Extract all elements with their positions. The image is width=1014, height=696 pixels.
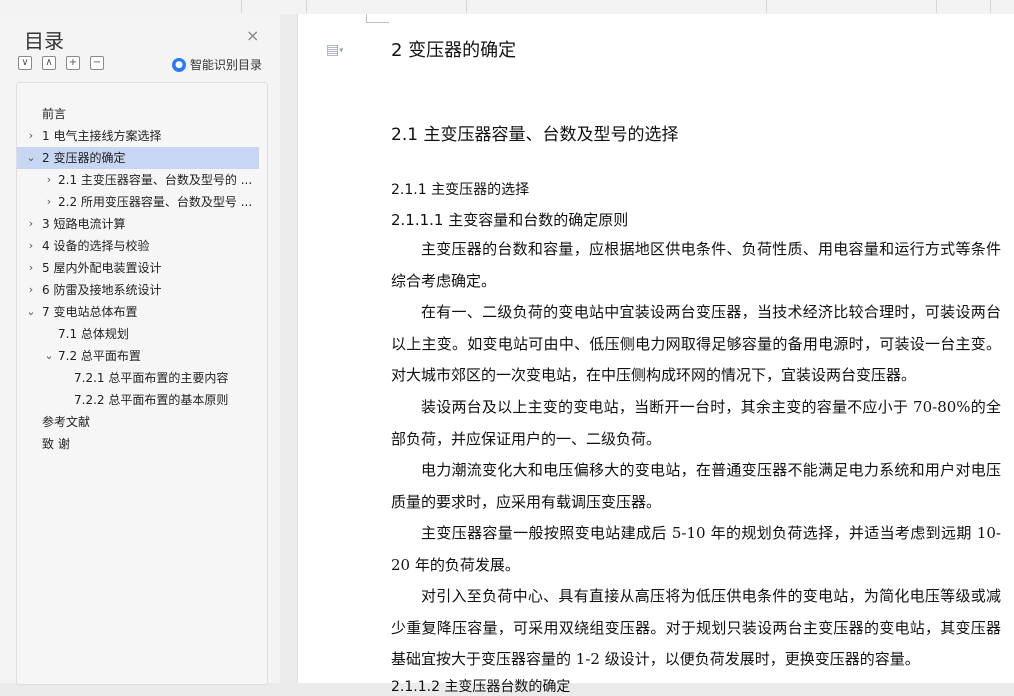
toc-item[interactable]: 前言 [17,103,259,125]
chevron-down-icon[interactable]: ⌄ [43,345,55,367]
chevron-right-icon[interactable]: › [43,191,55,213]
heading-4: 2.1.1.1 主变容量和台数的确定原则 [391,211,629,229]
heading-5-partial: 2.1.1.2 主变压器台数的确定 [391,679,571,695]
toc-item-label: 7.1 总体规划 [58,327,129,341]
toc-item[interactable]: ⌄ 7 变电站总体布置 [17,301,259,323]
toc-item[interactable]: › 2.1 主变压器容量、台数及型号的 ... [17,169,259,191]
body-paragraph: 装设两台及以上主变的变电站，当断开一台时，其余主变的容量不应小于 70-80%的… [391,398,1001,448]
toc-item[interactable]: 7.2.1 总平面布置的主要内容 [17,367,259,389]
heading-1: 2 变压器的确定 [391,40,517,61]
toc-item[interactable]: 7.2.2 总平面布置的基本原则 [17,389,259,411]
toc-item[interactable]: › 2.2 所用变压器容量、台数及型号 ... [17,191,259,213]
toc-item[interactable]: 参考文献 [17,411,259,433]
document-page: ▤▾ 2 变压器的确定 2.1 主变压器容量、台数及型号的选择 2.1.1 主变… [298,14,1014,695]
document-menu-icon[interactable]: ▤▾ [326,42,343,58]
chevron-right-icon[interactable]: › [25,235,37,257]
toc-item-label: 2.1 主变压器容量、台数及型号的 ... [58,173,253,187]
top-ruler [0,0,1014,15]
toc-item-label: 1 电气主接线方案选择 [42,129,162,143]
body-paragraph: 电力潮流变化大和电压偏移大的变电站，在普通变压器不能满足电力系统和用户对电压质量… [391,461,1001,511]
toc-item-label: 3 短路电流计算 [42,217,126,231]
toc-item-label: 前言 [42,107,67,121]
close-icon[interactable]: × [246,28,259,44]
heading-2: 2.1 主变压器容量、台数及型号的选择 [391,125,679,145]
toc-toolbar: ∨ ∧ + − [18,56,104,70]
panel-scrollbar[interactable] [280,14,298,683]
toc-item-label: 致 谢 [42,437,70,451]
smart-recognize-label: 智能识别目录 [190,58,263,72]
chevron-right-icon[interactable]: › [25,279,37,301]
toc-item[interactable]: › 5 屋内外配电装置设计 [17,257,259,279]
chevron-right-icon[interactable]: › [25,213,37,235]
page-corner-mark [366,14,389,23]
toc-item[interactable]: › 3 短路电流计算 [17,213,259,235]
toc-item-label: 7.2 总平面布置 [58,349,141,363]
toc-item-label: 参考文献 [42,415,91,429]
expand-up-icon[interactable]: ∧ [42,56,56,70]
toc-list: 前言 › 1 电气主接线方案选择 ⌄ 2 变压器的确定 › 2.1 主变压器容量、台数及型号… [16,82,268,685]
ruler-tick [241,0,242,13]
toc-item[interactable]: 7.1 总体规划 [17,323,259,345]
chevron-down-icon[interactable]: ⌄ [25,301,37,323]
plus-icon[interactable]: + [66,56,80,70]
toc-item-label: 2.2 所用变压器容量、台数及型号 ... [58,195,253,209]
toc-title: 目录 [24,29,64,53]
ruler-tick [766,0,767,13]
toc-item-label: 4 设备的选择与校验 [42,239,150,253]
body-paragraph: 主变压器的台数和容量，应根据地区供电条件、负荷性质、用电容量和运行方式等条件综合… [391,240,1001,290]
toc-item-label: 6 防雷及接地系统设计 [42,283,162,297]
toc-item[interactable]: ⌄ 2 变压器的确定 [17,147,259,169]
toc-item-label: 2 变压器的确定 [42,151,126,165]
heading-3: 2.1.1 主变压器的选择 [391,182,530,198]
toc-item-label: 7.2.2 总平面布置的基本原则 [74,393,229,407]
ai-icon: ● [172,57,186,72]
chevron-right-icon[interactable]: › [43,169,55,191]
toc-item[interactable]: › 1 电气主接线方案选择 [17,125,259,147]
chevron-right-icon[interactable]: › [25,125,37,147]
chevron-right-icon[interactable]: › [25,257,37,279]
toc-sidebar: 目录 × ∨ ∧ + − ● 智能识别目录 前言 › 1 电气主接线方案选择 ⌄ 2 变… [0,14,280,685]
toc-item[interactable]: ⌄ 7.2 总平面布置 [17,345,259,367]
collapse-all-icon[interactable]: ∨ [18,56,32,70]
toc-item[interactable]: › 4 设备的选择与校验 [17,235,259,257]
ruler-tick [936,0,937,13]
body-paragraph: 在有一、二级负荷的变电站中宜装设两台变压器，当技术经济比较合理时，可装设两台以上… [391,303,1001,384]
toc-item-label: 7 变电站总体布置 [42,305,138,319]
ruler-tick [466,0,467,13]
smart-recognize-toc-button[interactable]: ● 智能识别目录 [172,56,262,73]
toc-item-label: 5 屋内外配电装置设计 [42,261,162,275]
ruler-tick [306,0,307,13]
chevron-down-icon[interactable]: ⌄ [25,147,37,169]
minus-icon[interactable]: − [90,56,104,70]
body-paragraph: 对引入至负荷中心、具有直接从高压将为低压供电条件的变电站，为简化电压等级或减少重… [391,587,1001,668]
toc-item[interactable]: › 6 防雷及接地系统设计 [17,279,259,301]
toc-item[interactable]: 致 谢 [17,433,259,455]
body-paragraph: 主变压器容量一般按照变电站建成后 5-10 年的规划负荷选择，并适当考虑到远期 … [391,524,1001,574]
toc-item-label: 7.2.1 总平面布置的主要内容 [74,371,229,385]
ruler-tick [990,0,991,13]
